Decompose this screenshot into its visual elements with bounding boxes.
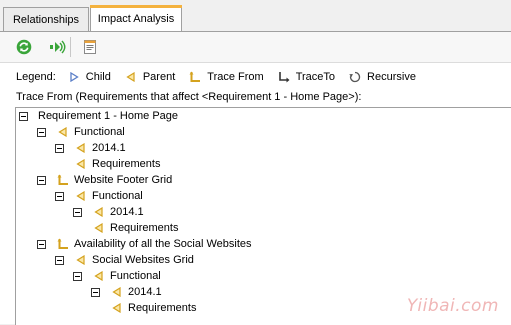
tab-bar: Relationships Impact Analysis bbox=[0, 0, 511, 33]
trace-button[interactable] bbox=[46, 35, 70, 59]
legend-label-recursive: Recursive bbox=[367, 71, 416, 83]
tree-node[interactable]: 2014.1 bbox=[73, 204, 144, 220]
tree-node[interactable]: Website Footer Grid bbox=[37, 172, 172, 188]
toolbar bbox=[0, 32, 511, 63]
legend-label-trace-to: TraceTo bbox=[295, 71, 336, 83]
parent-icon bbox=[110, 285, 124, 299]
recursive-icon bbox=[347, 69, 363, 85]
tree-collapse-toggle[interactable] bbox=[55, 143, 64, 153]
tree-node[interactable]: Functional bbox=[37, 124, 125, 140]
tree-collapse-toggle[interactable] bbox=[55, 191, 64, 201]
child-icon bbox=[66, 69, 82, 85]
tab-relationships[interactable]: Relationships bbox=[3, 7, 89, 31]
tree-node[interactable]: Requirements bbox=[74, 156, 160, 172]
tree-collapse-toggle[interactable] bbox=[73, 271, 82, 281]
legend-label-child: Child bbox=[85, 71, 111, 83]
report-icon bbox=[84, 40, 96, 54]
tree-collapse-toggle[interactable] bbox=[37, 239, 46, 249]
report-button[interactable] bbox=[78, 35, 102, 59]
tab-impact-analysis[interactable]: Impact Analysis bbox=[90, 5, 182, 33]
legend-item-trace-from: Trace From bbox=[187, 69, 264, 85]
parent-icon bbox=[92, 221, 106, 235]
tree-node-label: 2014.1 bbox=[110, 206, 144, 218]
tree-collapse-toggle[interactable] bbox=[91, 287, 100, 297]
trace-from-header: Trace From (Requirements that affect <Re… bbox=[16, 91, 362, 103]
tree-node[interactable]: Requirements bbox=[92, 220, 178, 236]
tree-node-label: Requirement 1 - Home Page bbox=[38, 110, 179, 122]
tree-node[interactable]: Functional bbox=[55, 188, 143, 204]
tab-relationships-label: Relationships bbox=[12, 13, 80, 26]
tree-collapse-toggle[interactable] bbox=[19, 111, 28, 121]
tree-node-label: Requirements bbox=[128, 302, 197, 314]
impact-analysis-panel: Legend: Child Parent Trace From TraceTo bbox=[0, 32, 511, 325]
toolbar-separator bbox=[70, 37, 71, 57]
legend: Legend: Child Parent Trace From TraceTo bbox=[16, 69, 428, 85]
tree-collapse-toggle[interactable] bbox=[37, 127, 46, 137]
tree-node-label: Social Websites Grid bbox=[92, 254, 194, 266]
parent-icon bbox=[92, 205, 106, 219]
legend-label-trace-from: Trace From bbox=[207, 71, 264, 83]
trace-from-icon bbox=[56, 237, 70, 251]
tree-node-label: Availability of all the Social Websites bbox=[74, 238, 252, 250]
parent-icon bbox=[92, 269, 106, 283]
tree-node[interactable]: Availability of all the Social Websites bbox=[37, 236, 252, 252]
trace-from-icon bbox=[187, 69, 203, 85]
legend-title: Legend: bbox=[16, 71, 56, 83]
parent-icon bbox=[74, 157, 88, 171]
tree-node[interactable]: Social Websites Grid bbox=[55, 252, 194, 268]
parent-icon bbox=[56, 125, 70, 139]
tab-impact-analysis-label: Impact Analysis bbox=[97, 13, 175, 25]
tree-node-label: Website Footer Grid bbox=[74, 174, 173, 186]
refresh-icon bbox=[16, 39, 32, 55]
tree-node[interactable]: Functional bbox=[73, 268, 161, 284]
parent-icon bbox=[123, 69, 139, 85]
parent-icon bbox=[74, 189, 88, 203]
legend-label-parent: Parent bbox=[142, 71, 176, 83]
impact-tree: Requirement 1 - Home Page Functional 2014.… bbox=[15, 107, 511, 325]
legend-item-parent: Parent bbox=[123, 69, 175, 85]
legend-item-child: Child bbox=[66, 69, 111, 85]
tree-collapse-toggle[interactable] bbox=[37, 175, 46, 185]
trace-from-icon bbox=[56, 173, 70, 187]
legend-item-trace-to: TraceTo bbox=[276, 69, 335, 85]
tree-node-label: 2014.1 bbox=[128, 286, 162, 298]
tree-collapse-toggle[interactable] bbox=[73, 207, 82, 217]
tree-node-label: 2014.1 bbox=[92, 142, 126, 154]
tree-node-label: Functional bbox=[74, 126, 125, 138]
tree-node-label: Functional bbox=[110, 270, 161, 282]
legend-item-recursive: Recursive bbox=[347, 69, 416, 85]
refresh-button[interactable] bbox=[12, 35, 36, 59]
tree-node-label: Requirements bbox=[110, 222, 179, 234]
watermark-text: Yiibai.com bbox=[406, 296, 499, 316]
tree-collapse-toggle[interactable] bbox=[55, 255, 64, 265]
tree-node[interactable]: Requirement 1 - Home Page bbox=[19, 108, 178, 124]
parent-icon bbox=[74, 253, 88, 267]
tree-node-label: Functional bbox=[92, 190, 143, 202]
trace-icon bbox=[50, 40, 66, 54]
tree-node[interactable]: Requirements bbox=[110, 300, 196, 316]
tree-node[interactable]: 2014.1 bbox=[55, 140, 126, 156]
tree-node-label: Requirements bbox=[92, 158, 161, 170]
trace-to-icon bbox=[276, 69, 292, 85]
parent-icon bbox=[74, 141, 88, 155]
parent-icon bbox=[110, 301, 124, 315]
tree-node[interactable]: 2014.1 bbox=[91, 284, 162, 300]
